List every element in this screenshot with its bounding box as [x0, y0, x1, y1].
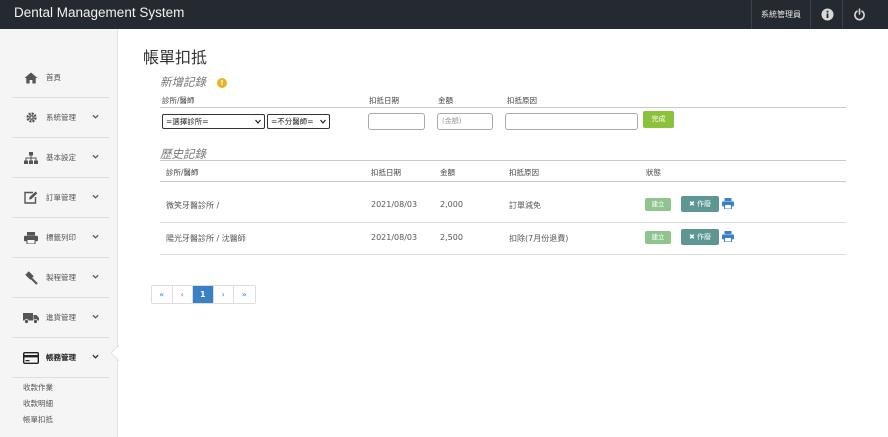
- sidebar-subitem-bill-deduction[interactable]: 帳單扣抵: [23, 414, 53, 425]
- history-header-reason: 扣抵原因: [509, 168, 539, 177]
- active-pointer: [111, 345, 119, 361]
- user-menu[interactable]: 系統管理員: [752, 0, 810, 29]
- new-record-title: 新增記錄: [160, 75, 206, 89]
- chevron-down-icon: [255, 119, 261, 124]
- page-next-button[interactable]: ›: [214, 286, 234, 303]
- sidebar-item-orders[interactable]: 訂單管理: [12, 178, 109, 218]
- chevron-down-icon: [92, 234, 99, 239]
- void-button[interactable]: ✖ 作廢: [681, 229, 719, 245]
- page-title: 帳單扣抵: [143, 48, 208, 67]
- sidebar-item-label: 首頁: [46, 73, 61, 82]
- row-amount: 2,000: [440, 200, 463, 209]
- truck-icon: [21, 310, 41, 326]
- sidebar-item-label: 製程管理: [46, 273, 76, 282]
- col-header-clinic: 診所/醫師: [162, 96, 195, 105]
- date-input[interactable]: [368, 113, 425, 130]
- amount-input[interactable]: (金額): [437, 113, 493, 130]
- power-icon[interactable]: [844, 0, 874, 29]
- pagination: « ‹ 1 › »: [151, 285, 256, 304]
- row-clinic: 陽光牙醫診所 / 沈醫師: [166, 234, 246, 243]
- sidebar-item-accounting[interactable]: 帳務管理: [12, 338, 109, 378]
- sidebar-item-label: 標籤列印: [46, 233, 76, 242]
- print-icon[interactable]: [722, 231, 734, 242]
- col-header-date: 扣抵日期: [369, 96, 399, 105]
- credit-card-icon: [21, 350, 41, 366]
- sidebar-item-label-print[interactable]: 標籤列印: [12, 218, 109, 258]
- divider: [160, 254, 846, 255]
- chevron-down-icon: [92, 154, 99, 159]
- doctor-select-value: =不分醫師=: [271, 117, 314, 126]
- col-header-reason: 扣抵原因: [507, 96, 537, 105]
- page-prev-button[interactable]: ‹: [173, 286, 193, 303]
- history-header-status: 狀態: [646, 168, 661, 177]
- chevron-down-icon: [320, 119, 326, 124]
- sidebar: 首頁 系統管理 基本設定 訂單管理 標籤列印 製程管理 進貨管理 帳務管理 收款…: [0, 29, 118, 437]
- info-icon[interactable]: [812, 0, 842, 29]
- history-header-date: 扣抵日期: [371, 168, 401, 177]
- done-button[interactable]: 完成: [643, 111, 674, 128]
- top-navbar: Dental Management System 系統管理員: [0, 0, 888, 29]
- chevron-down-icon: [92, 194, 99, 199]
- sidebar-item-basic-settings[interactable]: 基本設定: [12, 138, 109, 178]
- print-icon[interactable]: [722, 198, 734, 209]
- sidebar-subitem-receipts[interactable]: 收款作業: [23, 382, 53, 393]
- gear-icon: [21, 110, 41, 126]
- status-badge: 建立: [645, 231, 671, 244]
- navbar-divider: [810, 0, 811, 29]
- navbar-divider: [842, 0, 843, 29]
- sidebar-item-process[interactable]: 製程管理: [12, 258, 109, 298]
- history-header-amount: 金額: [440, 168, 455, 177]
- clinic-select-value: =選擇診所=: [166, 117, 209, 126]
- page-first-button[interactable]: «: [152, 286, 173, 303]
- status-badge: 建立: [645, 198, 671, 211]
- chevron-down-icon: [92, 114, 99, 119]
- chevron-down-icon: [92, 354, 99, 359]
- reason-input[interactable]: [505, 113, 638, 130]
- row-amount: 2,500: [440, 233, 463, 242]
- row-clinic: 微笑牙醫診所 /: [166, 201, 220, 210]
- sidebar-item-label: 進貨管理: [46, 313, 76, 322]
- row-date: 2021/08/03: [371, 200, 418, 209]
- printer-icon: [21, 230, 41, 246]
- sidebar-subitem-receipt-details[interactable]: 收款明細: [23, 398, 53, 409]
- page-current-button[interactable]: 1: [193, 286, 214, 303]
- col-header-amount: 金額: [438, 96, 453, 105]
- history-header-clinic: 診所/醫師: [166, 168, 199, 177]
- divider: [160, 222, 846, 223]
- warning-icon[interactable]: !: [217, 78, 227, 88]
- sidebar-item-system[interactable]: 系統管理: [12, 98, 109, 138]
- divider: [160, 160, 846, 161]
- sidebar-item-label: 基本設定: [46, 153, 76, 162]
- chevron-down-icon: [92, 274, 99, 279]
- row-reason: 訂單減免: [509, 201, 541, 210]
- chevron-down-icon: [92, 314, 99, 319]
- divider: [160, 107, 846, 108]
- gavel-icon: [21, 270, 41, 286]
- row-reason: 扣除(7月份退費): [509, 234, 569, 243]
- row-date: 2021/08/03: [371, 233, 418, 242]
- doctor-select[interactable]: =不分醫師=: [267, 114, 330, 129]
- sidebar-item-label: 訂單管理: [46, 193, 76, 202]
- void-button[interactable]: ✖ 作廢: [681, 196, 719, 212]
- app-title[interactable]: Dental Management System: [14, 5, 184, 20]
- divider: [160, 181, 846, 182]
- page-last-button[interactable]: »: [234, 286, 255, 303]
- clinic-select[interactable]: =選擇診所=: [162, 114, 265, 129]
- sidebar-item-label: 系統管理: [46, 113, 76, 122]
- sidebar-item-purchasing[interactable]: 進貨管理: [12, 298, 109, 338]
- sidebar-item-home[interactable]: 首頁: [12, 58, 109, 98]
- sitemap-icon: [21, 150, 41, 166]
- home-icon: [21, 70, 41, 86]
- edit-icon: [21, 190, 41, 206]
- sidebar-item-label: 帳務管理: [46, 353, 76, 362]
